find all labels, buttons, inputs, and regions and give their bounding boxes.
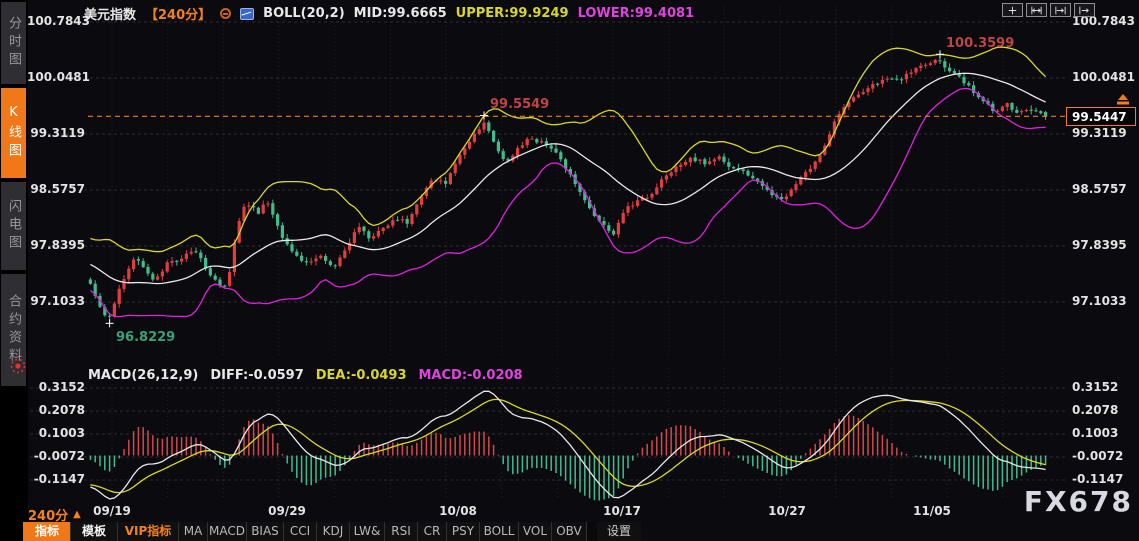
- price-tick-right-1: 100.0481: [1072, 70, 1136, 84]
- price-alert-marker-icon: [1117, 94, 1129, 105]
- macd-tick-right-1: 0.2078: [1072, 403, 1119, 417]
- macd-tick-left-2: 0.1003: [38, 426, 85, 440]
- macd-tick-right-4: -0.1147: [1072, 472, 1124, 486]
- sidebar: 分时图 K线图 闪电图 合约资料: [0, 0, 28, 541]
- macd-tick-right-3: -0.0072: [1072, 449, 1124, 463]
- macd-diff-value: DIFF:-0.0597: [210, 368, 304, 383]
- boll-lower-value: LOWER:99.4081: [577, 6, 695, 21]
- macd-info-bar: MACD(26,12,9) DIFF:-0.0597 DEA:-0.0493 M…: [88, 368, 523, 383]
- live-indicator-icon: [10, 358, 26, 374]
- price-tick-right-2: 99.3119: [1072, 126, 1127, 140]
- boll-mid-value: MID:99.6665: [353, 6, 447, 21]
- sidebar-item-1[interactable]: K线图: [1, 88, 26, 178]
- toolbar-button-VIP指标[interactable]: VIP指标: [117, 522, 179, 541]
- macd-tick-left-3: -0.0072: [33, 449, 85, 463]
- scroll-right-icon[interactable]: [1074, 3, 1095, 17]
- toolbar-button-CR[interactable]: CR: [417, 522, 447, 541]
- scroll-right-icon-glyph: [1079, 6, 1089, 14]
- macd-macd-value: MACD:-0.0208: [418, 368, 523, 383]
- time-tick-1: 09/29: [268, 504, 306, 518]
- symbol-name: 美元指数: [84, 8, 137, 23]
- price-tick-right-3: 98.5757: [1072, 182, 1127, 196]
- macd-tick-right-2: 0.1003: [1072, 426, 1119, 440]
- pan-icon-glyph: [1008, 6, 1017, 14]
- macd-tick-left-4: -0.1147: [33, 472, 85, 486]
- toolbar-button-LW&[interactable]: LW&: [349, 522, 385, 541]
- toolbar-button-OBV[interactable]: OBV: [551, 522, 587, 541]
- price-tick-right-4: 97.8395: [1072, 238, 1127, 252]
- macd-tick-left-0: 0.3152: [38, 380, 85, 394]
- watermark: FX678: [1023, 485, 1133, 518]
- price-tick-left-3: 98.5757: [30, 182, 85, 196]
- price-tick-left-4: 97.8395: [30, 238, 85, 252]
- price-tick-right-5: 97.1033: [1072, 294, 1127, 308]
- time-tick-2: 10/08: [439, 504, 477, 518]
- toolbar-button-KDJ[interactable]: KDJ: [316, 522, 350, 541]
- triangle-up-icon: ▲: [73, 509, 81, 520]
- toolbar-button-设置[interactable]: 设置: [597, 522, 641, 541]
- time-tick-0: 09/19: [93, 504, 131, 518]
- last-price-box: 99.5447: [1066, 107, 1136, 126]
- macd-label: MACD(26,12,9): [88, 368, 199, 383]
- price-tick-left-2: 99.3119: [30, 126, 85, 140]
- price-tick-left-0: 100.7843: [27, 14, 91, 28]
- macd-tick-right-0: 0.3152: [1072, 380, 1119, 394]
- macd-tick-left-1: 0.2078: [38, 403, 85, 417]
- boll-upper-value: UPPER:99.9249: [455, 6, 569, 21]
- fit-width-icon-glyph: [1031, 6, 1042, 14]
- time-tick-5: 11/05: [913, 504, 951, 518]
- chart-tool-buttons: [1002, 3, 1095, 17]
- toolbar-button-MA[interactable]: MA: [178, 522, 208, 541]
- toolbar-button-BOLL[interactable]: BOLL: [479, 522, 519, 541]
- price-macd-chart[interactable]: [0, 0, 1139, 541]
- toolbar-button-MACD[interactable]: MACD: [207, 522, 247, 541]
- period-high-annotation: 100.3599: [946, 36, 1015, 51]
- fit-screen-icon-glyph: [1055, 6, 1066, 14]
- pan-icon[interactable]: [1002, 3, 1023, 17]
- swing-high-annotation: 99.5549: [490, 97, 550, 112]
- toolbar-button-CCI[interactable]: CCI: [283, 522, 317, 541]
- toolbar-button-VOL[interactable]: VOL: [518, 522, 552, 541]
- sidebar-item-0[interactable]: 分时图: [1, 2, 26, 84]
- period-label[interactable]: 【240分】: [145, 4, 211, 23]
- chart-info-bar: 美元指数 【240分】 BOLL(20,2) MID:99.6665 UPPER…: [84, 4, 694, 23]
- price-tick-left-1: 100.0481: [27, 70, 91, 84]
- period-low-annotation: 96.8229: [116, 330, 176, 345]
- indicator-toolbar: 指标 模板 VIP指标 MA MACD BIAS CCI KDJ LW& RSI CR PSY BOLL…: [23, 522, 641, 541]
- toolbar-button-模板[interactable]: 模板: [70, 522, 118, 541]
- time-tick-4: 10/27: [768, 504, 806, 518]
- toolbar-button-PSY[interactable]: PSY: [446, 522, 480, 541]
- toolbar-button-BIAS[interactable]: BIAS: [246, 522, 284, 541]
- price-tick-left-5: 97.1033: [30, 294, 85, 308]
- interval-icon[interactable]: [220, 8, 232, 19]
- fit-width-icon[interactable]: [1026, 3, 1047, 17]
- time-tick-3: 10/17: [603, 504, 641, 518]
- kline-chart-icon[interactable]: [240, 7, 255, 20]
- fit-screen-icon[interactable]: [1050, 3, 1071, 17]
- toolbar-button-指标[interactable]: 指标: [23, 522, 71, 541]
- boll-label: BOLL(20,2): [263, 6, 345, 21]
- app-window: 分时图 K线图 闪电图 合约资料 美元指数 【240分】 BOLL(20,2) MID…: [0, 0, 1139, 541]
- toolbar-button-RSI[interactable]: RSI: [384, 522, 418, 541]
- sidebar-item-2[interactable]: 闪电图: [1, 182, 26, 270]
- macd-dea-value: DEA:-0.0493: [315, 368, 407, 383]
